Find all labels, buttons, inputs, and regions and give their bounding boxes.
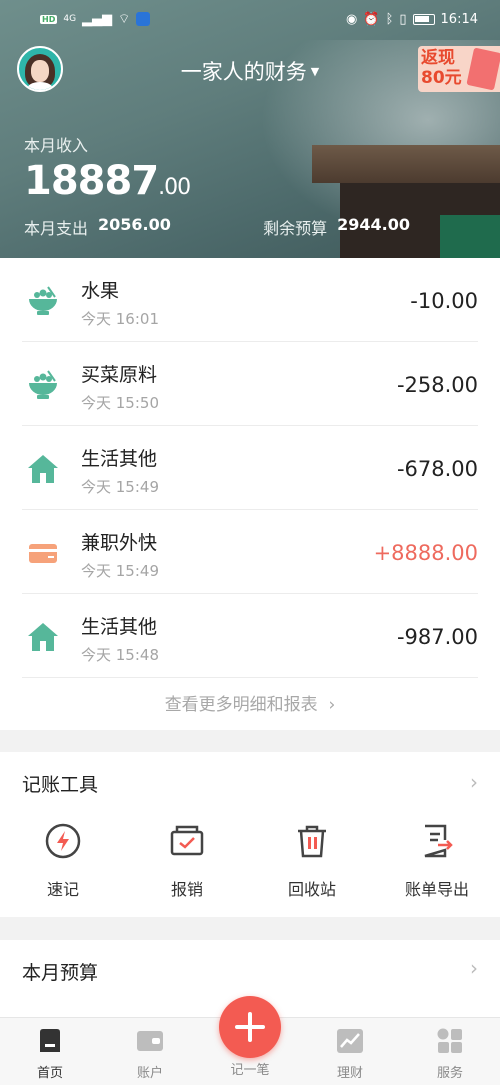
transaction-amount: -258.00 — [396, 373, 478, 397]
battery-icon — [412, 13, 435, 25]
app-notification-icon — [136, 12, 151, 26]
chevron-right-icon[interactable]: › — [470, 956, 478, 980]
banner-desk-plant — [440, 215, 500, 258]
transaction-time: 今天 15:48 — [81, 646, 159, 664]
alarm-icon: ⏰ — [363, 11, 380, 27]
transaction-row[interactable]: 兼职外快 今天 15:49 +8888.00 — [0, 510, 500, 594]
wifi-icon: ⌔ — [118, 12, 131, 27]
trash-icon — [298, 825, 326, 858]
income-amount: 18887.00 — [24, 158, 191, 204]
monthly-expense: 本月支出 2056.00 — [24, 215, 171, 239]
tools-card: 记账工具 › 速记 报销 回收站 账单导出 — [0, 752, 500, 917]
transaction-time: 今天 16:01 — [81, 310, 159, 328]
transaction-name: 生活其他 — [81, 448, 158, 470]
tools-title: 记账工具 — [22, 774, 99, 796]
income-label: 本月收入 — [24, 136, 89, 155]
caret-down-icon: ▼ — [310, 64, 320, 78]
nav-label: 理财 — [336, 1066, 363, 1081]
transaction-time: 今天 15:49 — [81, 478, 159, 496]
expense-label: 本月支出 — [24, 219, 89, 238]
promo-line1: 返现 — [421, 48, 455, 68]
bluetooth-icon: ᛒ — [385, 11, 394, 27]
add-record-label: 记一笔 — [230, 1063, 270, 1078]
house-icon — [28, 623, 58, 651]
divider — [22, 677, 478, 678]
tool-label: 回收站 — [287, 880, 336, 899]
income-dec: .00 — [158, 175, 191, 200]
transaction-name: 生活其他 — [81, 616, 158, 638]
transaction-amount: -987.00 — [396, 625, 478, 649]
remaining-budget: 剩余预算 2944.00 — [263, 215, 410, 239]
chevron-right-icon[interactable]: › — [470, 770, 478, 794]
transaction-row[interactable]: 买菜原料 今天 15:50 -258.00 — [0, 342, 500, 426]
promo-line2: 80元 — [421, 68, 462, 88]
transaction-list: 水果 今天 16:01 -10.00 买菜原料 今天 15:50 -258.00… — [0, 258, 500, 730]
nav-label: 账户 — [136, 1066, 163, 1081]
money-icon — [466, 47, 500, 91]
transaction-time: 今天 15:50 — [81, 394, 159, 412]
house-icon — [28, 455, 58, 483]
book-title: 一家人的财务 — [180, 60, 307, 84]
nav-finance[interactable]: 理财 — [310, 1028, 390, 1081]
tool-bill-export[interactable]: 账单导出 — [387, 822, 487, 900]
food-bowl-icon — [29, 370, 57, 399]
chart-icon — [337, 1029, 363, 1053]
tool-recycle-bin[interactable]: 回收站 — [262, 822, 362, 900]
status-bar: HD 4G ▂▄▆ ⌔ ◉ ⏰ ᛒ ▯ 16:14 — [0, 0, 500, 38]
hd-badge: HD — [40, 14, 58, 24]
transaction-amount: +8888.00 — [373, 541, 478, 565]
nav-services[interactable]: 服务 — [410, 1028, 490, 1081]
transaction-name: 兼职外快 — [81, 532, 158, 554]
tool-reimburse[interactable]: 报销 — [137, 822, 237, 900]
lightning-icon — [45, 823, 81, 859]
grid-icon — [437, 1028, 462, 1053]
nav-label: 服务 — [436, 1066, 463, 1081]
wallet-icon — [137, 1031, 163, 1051]
cashback-promo[interactable]: 返现 80元 — [418, 46, 500, 92]
tool-quick-record[interactable]: 速记 — [13, 822, 113, 900]
more-details-label: 查看更多明细和报表 — [164, 695, 318, 715]
plus-icon — [235, 1012, 265, 1042]
more-details-link[interactable]: 查看更多明细和报表 › — [0, 690, 500, 715]
reimburse-icon — [170, 825, 204, 856]
signal-icon: ▂▄▆ — [82, 11, 113, 27]
header-banner: HD 4G ▂▄▆ ⌔ ◉ ⏰ ᛒ ▯ 16:14 一家人的财务 ▼ 返现 80… — [0, 0, 500, 258]
add-record-button[interactable] — [219, 996, 281, 1058]
eye-icon: ◉ — [346, 11, 358, 27]
transaction-amount: -10.00 — [410, 289, 478, 313]
wallet-card-icon — [29, 544, 57, 563]
banner-desk — [312, 145, 500, 183]
transaction-name: 水果 — [81, 280, 120, 302]
network-label: 4G — [63, 14, 77, 24]
tool-label: 速记 — [46, 880, 79, 899]
chevron-right-icon: › — [323, 695, 336, 715]
export-icon — [424, 824, 453, 858]
budget-left-label: 剩余预算 — [263, 219, 328, 238]
transaction-time: 今天 15:49 — [81, 562, 159, 580]
nav-accounts[interactable]: 账户 — [110, 1028, 190, 1081]
tool-label: 账单导出 — [404, 880, 469, 899]
budget-left-value: 2944.00 — [337, 215, 410, 234]
income-int: 18887 — [24, 158, 159, 204]
expense-value: 2056.00 — [98, 215, 171, 234]
transaction-row[interactable]: 水果 今天 16:01 -10.00 — [0, 258, 500, 342]
budget-title: 本月预算 — [22, 962, 99, 984]
transaction-name: 买菜原料 — [81, 364, 158, 386]
nav-label: 首页 — [36, 1066, 63, 1081]
transaction-amount: -678.00 — [396, 457, 478, 481]
food-bowl-icon — [29, 286, 57, 315]
clock: 16:14 — [440, 11, 478, 27]
vibrate-icon: ▯ — [399, 11, 407, 27]
transaction-row[interactable]: 生活其他 今天 15:49 -678.00 — [0, 426, 500, 510]
nav-home[interactable]: 首页 — [10, 1028, 90, 1081]
tool-label: 报销 — [170, 880, 203, 899]
transaction-row[interactable]: 生活其他 今天 15:48 -987.00 — [0, 594, 500, 678]
home-icon — [40, 1029, 60, 1052]
